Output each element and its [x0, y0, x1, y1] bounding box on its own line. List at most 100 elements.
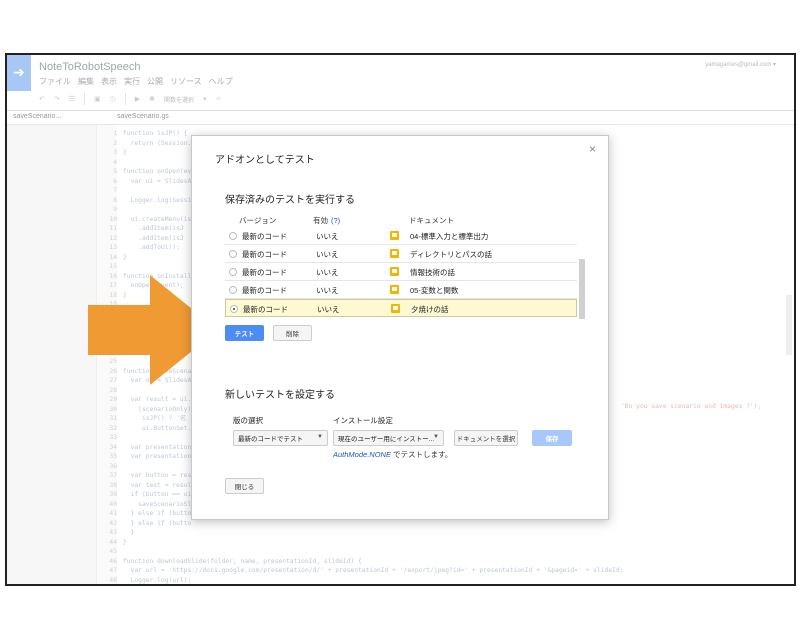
slides-doc-icon	[391, 304, 400, 313]
test-radio-selected[interactable]	[230, 305, 238, 313]
code-text: function isJP() {	[123, 130, 188, 137]
code-text: } else if (butto	[123, 510, 192, 517]
version-label: 版の選択	[233, 416, 263, 425]
saved-tests-list: 最新のコード いいえ 04-標準入力と標準出力 最新のコード いいえ ディレクト…	[225, 227, 577, 317]
line-number: 41	[109, 510, 117, 517]
line-number: 5	[113, 168, 117, 175]
editor-tab[interactable]: saveScenario.gs	[117, 113, 169, 120]
test-row[interactable]: 最新のコード いいえ 情報技術の話	[225, 263, 577, 281]
indent-icon[interactable]: ☰	[69, 95, 75, 103]
install-select[interactable]: 現在のユーザー用にインストー... ▼	[333, 430, 444, 446]
chevron-down-icon: ▼	[433, 434, 439, 440]
delete-button[interactable]: 削除	[273, 325, 312, 341]
lightbulb-icon[interactable]: ✧	[216, 95, 222, 103]
install-select-value: 現在のユーザー用にインストー...	[338, 436, 435, 443]
code-line: 45	[101, 547, 623, 557]
line-number: 45	[109, 548, 117, 555]
close-icon[interactable]: ×	[589, 142, 596, 156]
test-row[interactable]: 最新のコード いいえ ディレクトリとパスの話	[225, 245, 577, 263]
select-document-button[interactable]: ドキュメントを選択	[454, 430, 518, 446]
code-text: if (button == ui	[123, 491, 192, 498]
test-radio[interactable]	[229, 286, 237, 294]
editor-scrollbar[interactable]	[786, 295, 792, 355]
dialog-title: アドオンとしてテスト	[215, 155, 315, 166]
menu-bar: ファイル 編集 表示 実行 公開 リソース ヘルプ	[39, 76, 233, 87]
test-version: 最新のコード	[242, 232, 287, 241]
sidebar-file-item[interactable]: saveScenario...	[13, 113, 61, 120]
line-number: 4	[113, 158, 117, 166]
code-text: .addItem(isJ	[123, 234, 184, 242]
version-select-value: 最新のコードでテスト	[238, 436, 303, 443]
save-button[interactable]: 保存	[532, 430, 572, 446]
apps-script-logo-icon[interactable]: ➜	[7, 55, 31, 91]
project-title[interactable]: NoteToRobotSpeech	[39, 61, 141, 73]
redo-icon[interactable]: ↷	[54, 95, 60, 103]
saved-tests-heading: 保存済みのテストを実行する	[225, 195, 355, 206]
line-number: 37	[109, 472, 117, 479]
header-document: ドキュメント	[409, 216, 454, 225]
close-button[interactable]: 閉じる	[225, 478, 264, 494]
list-scrollbar[interactable]	[579, 259, 585, 319]
code-line: 44}	[101, 538, 623, 548]
test-row-selected[interactable]: 最新のコード いいえ 夕焼けの話	[225, 299, 577, 317]
menu-edit[interactable]: 編集	[78, 76, 94, 87]
line-number: 44	[109, 538, 117, 546]
test-version: 最新のコード	[242, 268, 287, 277]
menu-run[interactable]: 実行	[124, 76, 140, 87]
line-number: 48	[109, 576, 117, 584]
authmode-suffix: でテストします。	[390, 450, 453, 459]
test-button[interactable]: テスト	[225, 325, 264, 341]
authmode-link[interactable]: AuthMode.NONE	[333, 450, 391, 459]
toolbar-divider	[124, 93, 126, 105]
code-text: .addItem(isJ	[123, 225, 184, 232]
code-text: isJP() ? '名	[123, 415, 187, 422]
menu-publish[interactable]: 公開	[147, 76, 163, 87]
chevron-down-icon[interactable]: ▾	[203, 95, 207, 103]
line-number: 36	[109, 462, 117, 470]
version-select[interactable]: 最新のコードでテスト ▼	[233, 430, 328, 446]
help-link[interactable]: (?)	[331, 216, 340, 225]
line-number: 38	[109, 481, 117, 489]
line-number: 12	[109, 234, 117, 242]
test-row[interactable]: 最新のコード いいえ 04-標準入力と標準出力	[225, 227, 577, 245]
menu-help[interactable]: ヘルプ	[209, 76, 233, 87]
line-number: 33	[109, 434, 117, 441]
line-number: 8	[113, 196, 117, 204]
test-radio[interactable]	[229, 232, 237, 240]
header-version: バージョン	[239, 216, 277, 225]
slides-doc-icon	[390, 285, 399, 294]
line-number: 46	[109, 557, 117, 565]
debug-icon[interactable]: ✱	[149, 95, 155, 103]
editor-toolbar: ↶ ↷ ☰ ▣ ◷ ▶ ✱ 関数を選択 ▾ ✧	[39, 92, 221, 106]
new-test-heading: 新しいテストを設定する	[225, 390, 335, 401]
line-number: 42	[109, 519, 117, 527]
undo-icon[interactable]: ↶	[39, 95, 45, 103]
line-number: 49	[101, 585, 117, 586]
user-account[interactable]: yamagames@gmail.com ▾	[705, 61, 776, 68]
line-number: 9	[113, 206, 117, 213]
line-number: 29	[109, 396, 117, 403]
slides-doc-icon	[390, 231, 399, 240]
menu-view[interactable]: 表示	[101, 76, 117, 87]
line-number: 15	[109, 263, 117, 270]
header-active: 有効 (?)	[313, 215, 409, 226]
code-text: }	[123, 149, 127, 156]
function-select[interactable]: 関数を選択	[164, 95, 194, 104]
triggers-icon[interactable]: ◷	[110, 95, 116, 103]
code-text: Logger.log(url);	[123, 576, 192, 584]
line-number: 2	[113, 139, 117, 147]
code-text: }	[123, 538, 127, 546]
code-line: 49 var options = {	[101, 585, 623, 586]
test-version: 最新のコード	[242, 250, 287, 259]
line-number: 30	[109, 405, 117, 413]
line-number: 40	[109, 500, 117, 508]
run-icon[interactable]: ▶	[135, 95, 140, 103]
test-row[interactable]: 最新のコード いいえ 05-変数と関数	[225, 281, 577, 299]
test-radio[interactable]	[229, 250, 237, 258]
save-icon[interactable]: ▣	[94, 95, 101, 103]
test-radio[interactable]	[229, 268, 237, 276]
menu-resources[interactable]: リソース	[170, 76, 202, 87]
code-text: .addToUi();	[123, 244, 180, 251]
header-active-label: 有効	[313, 216, 328, 225]
menu-file[interactable]: ファイル	[39, 76, 71, 87]
